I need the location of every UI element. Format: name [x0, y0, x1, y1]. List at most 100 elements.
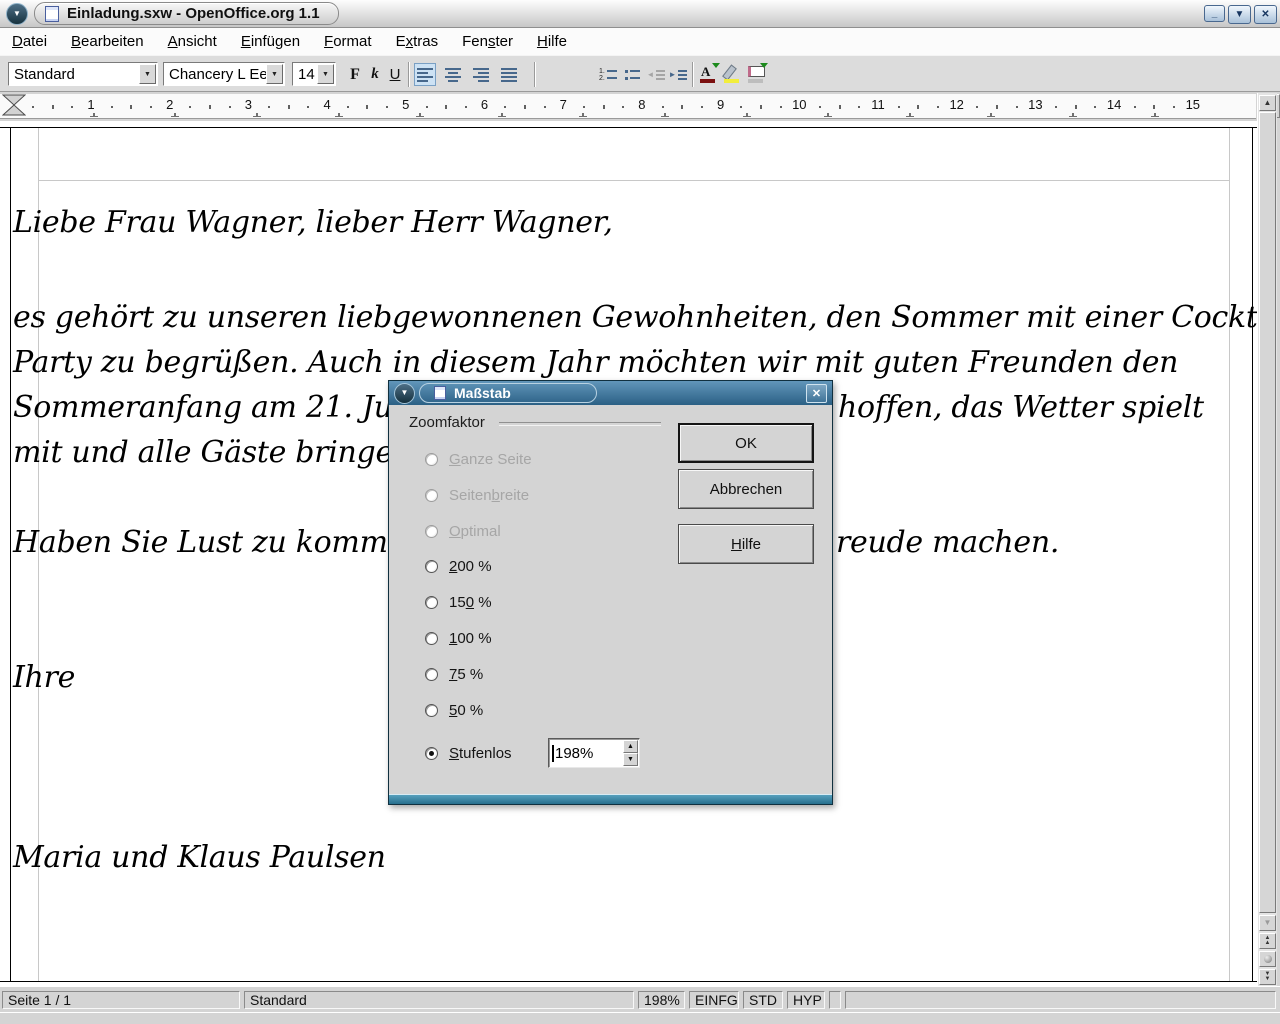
ruler-number: 3 — [245, 97, 252, 112]
zoom-dialog: ▼ Maßstab ✕ Zoomfaktor Ganze SeiteSeiten… — [388, 380, 833, 805]
paragraph-style-combo[interactable]: Standard ▼ — [8, 62, 158, 86]
spin-down-button[interactable]: ▼ — [623, 753, 638, 766]
highlighting-button[interactable] — [722, 63, 745, 86]
dialog-close-button[interactable]: ✕ — [806, 384, 827, 403]
status-insert-mode[interactable]: EINFG — [689, 991, 739, 1009]
minimize-button[interactable]: _ — [1204, 5, 1225, 22]
ruler-tick — [71, 106, 73, 108]
maximize-button[interactable]: ▼ — [1228, 5, 1251, 24]
ruler-tick — [1094, 106, 1096, 108]
tab-stop-marker[interactable] — [582, 113, 584, 117]
align-left-button[interactable] — [414, 63, 436, 86]
radio-icon — [425, 453, 438, 466]
decrease-indent-button: ◄ — [645, 63, 667, 86]
italic-button[interactable]: k — [364, 63, 386, 86]
tab-stop-marker[interactable] — [1154, 113, 1156, 117]
tab-stop-marker[interactable] — [909, 113, 911, 117]
zoom-option-150[interactable]: 150 % — [425, 593, 492, 611]
indent-marker-icon[interactable] — [2, 94, 26, 117]
zoom-option-ganze-seite: Ganze Seite — [425, 450, 532, 468]
ruler-tick — [819, 106, 821, 108]
ruler-tick — [740, 106, 742, 108]
tab-stop-marker[interactable] — [256, 113, 258, 117]
ok-button[interactable]: OK — [678, 423, 814, 463]
scroll-up-button[interactable]: ▲ — [1259, 95, 1276, 111]
zoom-option-seitenbreite: Seitenbreite — [425, 486, 529, 504]
ruler-tick — [504, 106, 506, 108]
dropdown-arrow-icon[interactable]: ▼ — [317, 64, 334, 84]
scroll-down-button[interactable]: ▼ — [1259, 915, 1276, 931]
previous-page-button[interactable]: ▲▲ — [1259, 933, 1276, 949]
tab-stop-marker[interactable] — [174, 113, 176, 117]
font-color-bar — [700, 79, 715, 83]
status-modified-cell — [829, 991, 841, 1009]
zoom-option-200[interactable]: 200 % — [425, 557, 492, 575]
font-size-combo[interactable]: 14 ▼ — [292, 62, 336, 86]
increase-indent-button[interactable]: ► — [667, 63, 689, 86]
menu-bearbeiten[interactable]: Bearbeiten — [71, 33, 144, 50]
menu-format[interactable]: Format — [324, 33, 372, 50]
tab-stop-marker[interactable] — [827, 113, 829, 117]
menu-hilfe[interactable]: Hilfe — [537, 33, 567, 50]
tab-stop-marker[interactable] — [664, 113, 666, 117]
scrollbar-thumb[interactable] — [1259, 112, 1276, 913]
help-button[interactable]: Hilfe — [678, 524, 814, 564]
numbered-list-button[interactable]: 1. 2. — [597, 63, 619, 86]
next-page-button[interactable]: ▼▼ — [1259, 969, 1276, 985]
underline-button[interactable]: U — [384, 63, 406, 86]
dropdown-arrow-icon[interactable]: ▼ — [139, 64, 156, 84]
font-name-combo[interactable]: Chancery L Ee ▼ — [163, 62, 285, 86]
zoom-option-100[interactable]: 100 % — [425, 629, 492, 647]
zoom-option-75[interactable]: 75 % — [425, 665, 483, 683]
status-zoom[interactable]: 198% — [638, 991, 685, 1009]
horizontal-ruler[interactable]: 123456789101112131415 — [0, 94, 1256, 119]
cancel-button[interactable]: Abbrechen — [678, 469, 814, 509]
background-color-button[interactable] — [746, 63, 769, 86]
vertical-scrollbar[interactable]: ▲ ▼ ▲▲ ▼▼ — [1257, 93, 1277, 987]
tab-stop-marker[interactable] — [1072, 113, 1074, 117]
status-hyperlink-mode[interactable]: HYP — [787, 991, 825, 1009]
menu-datei[interactable]: Datei — [12, 33, 47, 50]
menu-extras[interactable]: Extras — [396, 33, 439, 50]
radio-icon — [425, 632, 438, 645]
menu-ansicht[interactable]: Ansicht — [168, 33, 217, 50]
bold-button[interactable]: F — [344, 63, 366, 86]
zoom-value-spinbox[interactable]: 198% ▲ ▼ — [548, 738, 640, 768]
align-justify-button[interactable] — [498, 63, 520, 86]
align-center-icon — [445, 68, 461, 82]
zoom-option-stufenlos[interactable]: Stufenlos — [425, 744, 512, 762]
radio-icon — [425, 489, 438, 502]
tab-stop-marker[interactable] — [338, 113, 340, 117]
zoom-option-50[interactable]: 50 % — [425, 701, 483, 719]
tab-stop-marker[interactable] — [746, 113, 748, 117]
window-menu-button[interactable]: ▼ — [6, 3, 28, 25]
dialog-menu-button[interactable]: ▼ — [394, 383, 415, 404]
tab-stop-marker[interactable] — [990, 113, 992, 117]
tab-stop-marker[interactable] — [419, 113, 421, 117]
align-right-button[interactable] — [470, 63, 492, 86]
dialog-title: Maßstab — [454, 385, 511, 401]
menu-fenster[interactable]: Fenster — [462, 33, 513, 50]
font-color-button[interactable]: A — [698, 63, 721, 86]
ruler-number: 13 — [1028, 97, 1042, 112]
zoom-option-optimal: Optimal — [425, 522, 501, 540]
menu-einfgen[interactable]: Einfügen — [241, 33, 300, 50]
bullet-list-button[interactable] — [621, 63, 643, 86]
font-name-value: Chancery L Ee — [169, 66, 268, 83]
ruler-number: 9 — [717, 97, 724, 112]
status-selection-mode[interactable]: STD — [743, 991, 783, 1009]
spin-up-button[interactable]: ▲ — [623, 740, 638, 753]
radio-icon — [425, 747, 438, 760]
ruler-number: 12 — [949, 97, 963, 112]
ruler-tick — [898, 106, 900, 108]
dropdown-arrow-icon[interactable]: ▼ — [266, 64, 283, 84]
dialog-title-bar[interactable]: ▼ Maßstab ✕ — [389, 381, 832, 405]
tab-stop-marker[interactable] — [93, 113, 95, 117]
tab-stop-marker[interactable] — [501, 113, 503, 117]
toolbar-separator — [534, 62, 536, 87]
title-tab: Einladung.sxw - OpenOffice.org 1.1 — [34, 2, 339, 25]
status-page-style[interactable]: Standard — [244, 991, 634, 1009]
align-center-button[interactable] — [442, 63, 464, 86]
navigation-button[interactable] — [1259, 951, 1276, 967]
close-button[interactable]: ✕ — [1254, 5, 1277, 24]
